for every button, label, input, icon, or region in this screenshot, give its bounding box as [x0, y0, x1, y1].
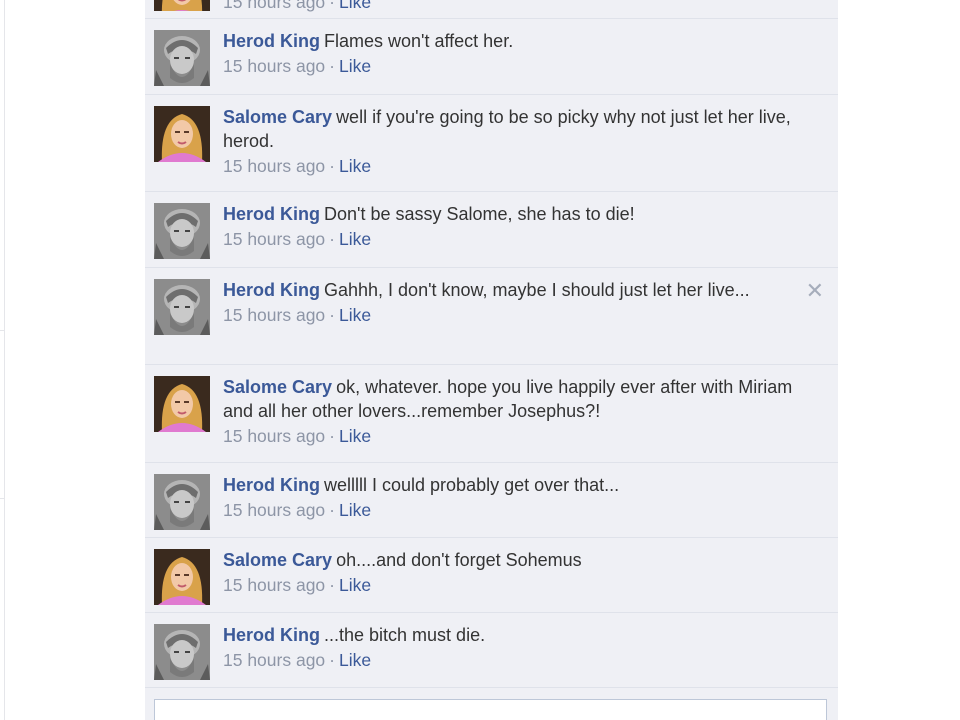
herod-avatar[interactable]	[154, 203, 210, 259]
comment-body: Salome Cary oh....and don't forget Sohemu…	[223, 548, 826, 572]
comment-item: Herod King welllll I could probably get o…	[145, 463, 838, 538]
author-link[interactable]: Herod King	[223, 625, 320, 645]
herod-avatar-image	[154, 624, 210, 680]
comment-meta: 15 hours ago · Like	[223, 154, 826, 178]
timestamp: 15 hours ago	[223, 0, 326, 12]
like-link[interactable]: Like	[339, 305, 371, 325]
comment-item: Herod King Don't be sassy Salome, she has…	[145, 192, 838, 268]
comment-text: Flames won't affect her.	[324, 31, 514, 51]
author-link[interactable]: Herod King	[223, 31, 320, 51]
left-divider-tick	[0, 330, 5, 331]
separator: ·	[329, 56, 335, 76]
comment-item: Salome Cary ok, whatever. hope you live h…	[145, 365, 838, 463]
like-link[interactable]: Like	[339, 156, 371, 176]
separator: ·	[329, 0, 335, 12]
comment-item: Herod King Gahhh, I don't know, maybe I s…	[145, 268, 838, 365]
separator: ·	[329, 500, 335, 520]
timestamp: 15 hours ago	[223, 229, 326, 249]
left-divider	[4, 0, 5, 720]
like-link[interactable]: Like	[339, 56, 371, 76]
comment-body: Herod King Don't be sassy Salome, she has…	[223, 202, 826, 226]
herod-avatar[interactable]	[154, 474, 210, 530]
herod-avatar[interactable]	[154, 30, 210, 86]
comment-item: Salome Cary well if you're going to be so…	[145, 95, 838, 192]
comment-body: Herod King ...the bitch must die.	[223, 623, 826, 647]
herod-avatar-image	[154, 474, 210, 530]
comment-item: Herod King ...the bitch must die. 15 hour…	[145, 613, 838, 688]
author-link[interactable]: Herod King	[223, 475, 320, 495]
comment-meta: 15 hours ago · Like	[223, 0, 826, 14]
author-link[interactable]: Herod King	[223, 280, 320, 300]
salome-avatar[interactable]	[154, 106, 210, 162]
separator: ·	[329, 156, 335, 176]
salome-avatar[interactable]	[154, 376, 210, 432]
comment-meta: 15 hours ago · Like	[223, 54, 826, 78]
separator: ·	[329, 229, 335, 249]
comment-body: Herod King Flames won't affect her.	[223, 29, 826, 53]
comment-meta: 15 hours ago · Like	[223, 303, 826, 327]
salome-avatar-image	[154, 0, 210, 11]
author-link[interactable]: Salome Cary	[223, 377, 332, 397]
comment-text: Don't be sassy Salome, she has to die!	[324, 204, 635, 224]
comment-text: ...the bitch must die.	[324, 625, 486, 645]
like-link[interactable]: Like	[339, 650, 371, 670]
comment-meta: 15 hours ago · Like	[223, 424, 826, 448]
herod-avatar[interactable]	[154, 624, 210, 680]
like-link[interactable]: Like	[339, 229, 371, 249]
separator: ·	[329, 650, 335, 670]
salome-avatar[interactable]	[154, 0, 210, 11]
timestamp: 15 hours ago	[223, 650, 326, 670]
reply-area	[145, 688, 838, 720]
left-divider-tick	[0, 498, 5, 499]
comment-item: Herod King Flames won't affect her. 15 ho…	[145, 19, 838, 95]
comment-meta: 15 hours ago · Like	[223, 498, 826, 522]
timestamp: 15 hours ago	[223, 305, 326, 325]
herod-avatar-image	[154, 203, 210, 259]
write-comment-input[interactable]	[154, 699, 827, 720]
like-link[interactable]: Like	[339, 500, 371, 520]
herod-avatar-image	[154, 279, 210, 335]
like-link[interactable]: Like	[339, 0, 371, 12]
like-link[interactable]: Like	[339, 575, 371, 595]
comment-meta: 15 hours ago · Like	[223, 573, 826, 597]
salome-avatar-image	[154, 106, 210, 162]
author-link[interactable]: Salome Cary	[223, 550, 332, 570]
comment-body: Salome Cary well if you're going to be so…	[223, 105, 826, 153]
salome-avatar-image	[154, 549, 210, 605]
salome-avatar-image	[154, 376, 210, 432]
author-link[interactable]: Salome Cary	[223, 107, 332, 127]
timestamp: 15 hours ago	[223, 500, 326, 520]
timestamp: 15 hours ago	[223, 56, 326, 76]
comment-text: Gahhh, I don't know, maybe I should just…	[324, 280, 750, 300]
timestamp: 15 hours ago	[223, 426, 326, 446]
page: 15 hours ago · Like Herod King Flames won't…	[0, 0, 960, 720]
herod-avatar[interactable]	[154, 279, 210, 335]
timestamp: 15 hours ago	[223, 575, 326, 595]
salome-avatar[interactable]	[154, 549, 210, 605]
comment-item: 15 hours ago · Like	[145, 0, 838, 19]
like-link[interactable]: Like	[339, 426, 371, 446]
comment-meta: 15 hours ago · Like	[223, 648, 826, 672]
comment-thread: 15 hours ago · Like Herod King Flames won't…	[145, 0, 838, 720]
comment-body: Herod King Gahhh, I don't know, maybe I s…	[223, 278, 826, 302]
separator: ·	[329, 575, 335, 595]
delete-comment-icon[interactable]: ✕	[806, 279, 824, 303]
comment-body: Salome Cary ok, whatever. hope you live h…	[223, 375, 826, 423]
comment-meta: 15 hours ago · Like	[223, 227, 826, 251]
comment-item: Salome Cary oh....and don't forget Sohemu…	[145, 538, 838, 613]
comment-text: oh....and don't forget Sohemus	[336, 550, 582, 570]
herod-avatar-image	[154, 30, 210, 86]
comment-text: welllll I could probably get over that..…	[324, 475, 620, 495]
timestamp: 15 hours ago	[223, 156, 326, 176]
separator: ·	[329, 305, 335, 325]
author-link[interactable]: Herod King	[223, 204, 320, 224]
separator: ·	[329, 426, 335, 446]
comment-body: Herod King welllll I could probably get o…	[223, 473, 826, 497]
